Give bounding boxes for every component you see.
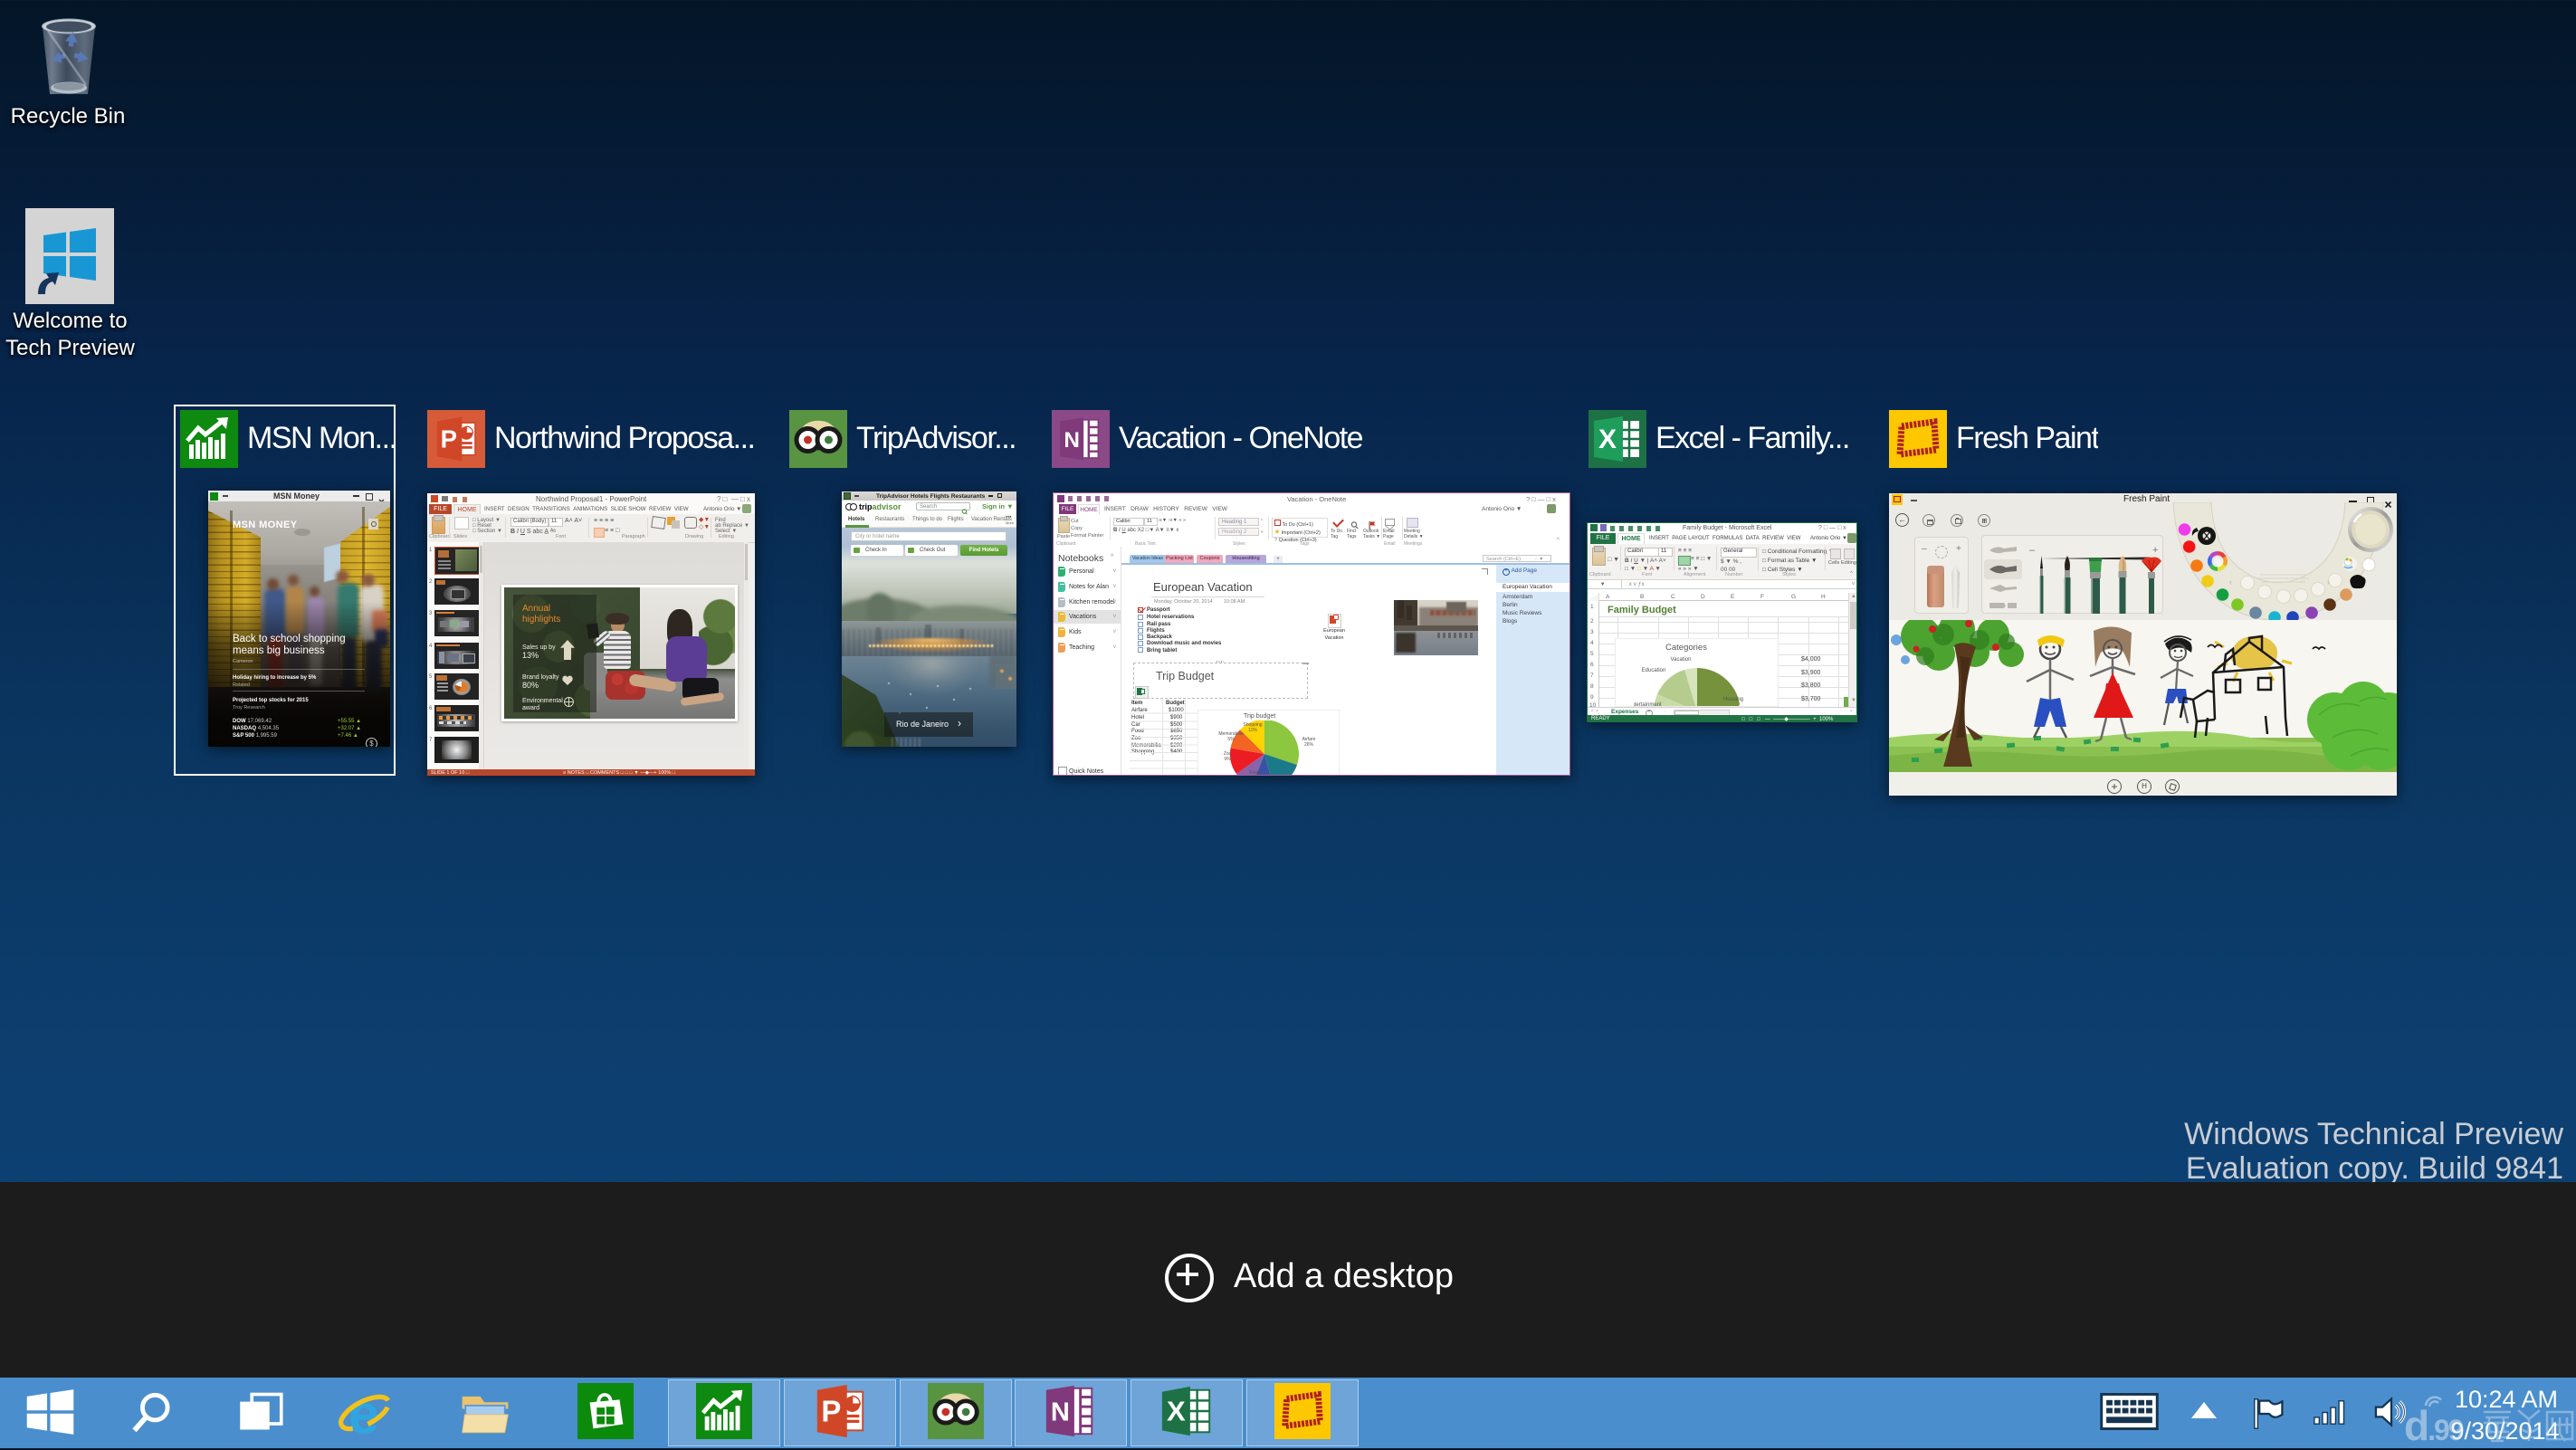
svg-text:11%: 11% xyxy=(1248,728,1257,733)
svg-text:9%: 9% xyxy=(1224,757,1231,762)
svg-text:Food: Food xyxy=(1249,770,1260,775)
svg-text:›: › xyxy=(2327,577,2330,587)
svg-text:26%: 26% xyxy=(1304,742,1314,748)
svg-text:‹: ‹ xyxy=(2229,577,2232,587)
svg-text:5%: 5% xyxy=(1227,737,1235,742)
svg-text:Vacation: Vacation xyxy=(1671,657,1692,663)
svg-text:Education: Education xyxy=(1642,668,1666,673)
svg-text:Housing: Housing xyxy=(1723,697,1743,702)
